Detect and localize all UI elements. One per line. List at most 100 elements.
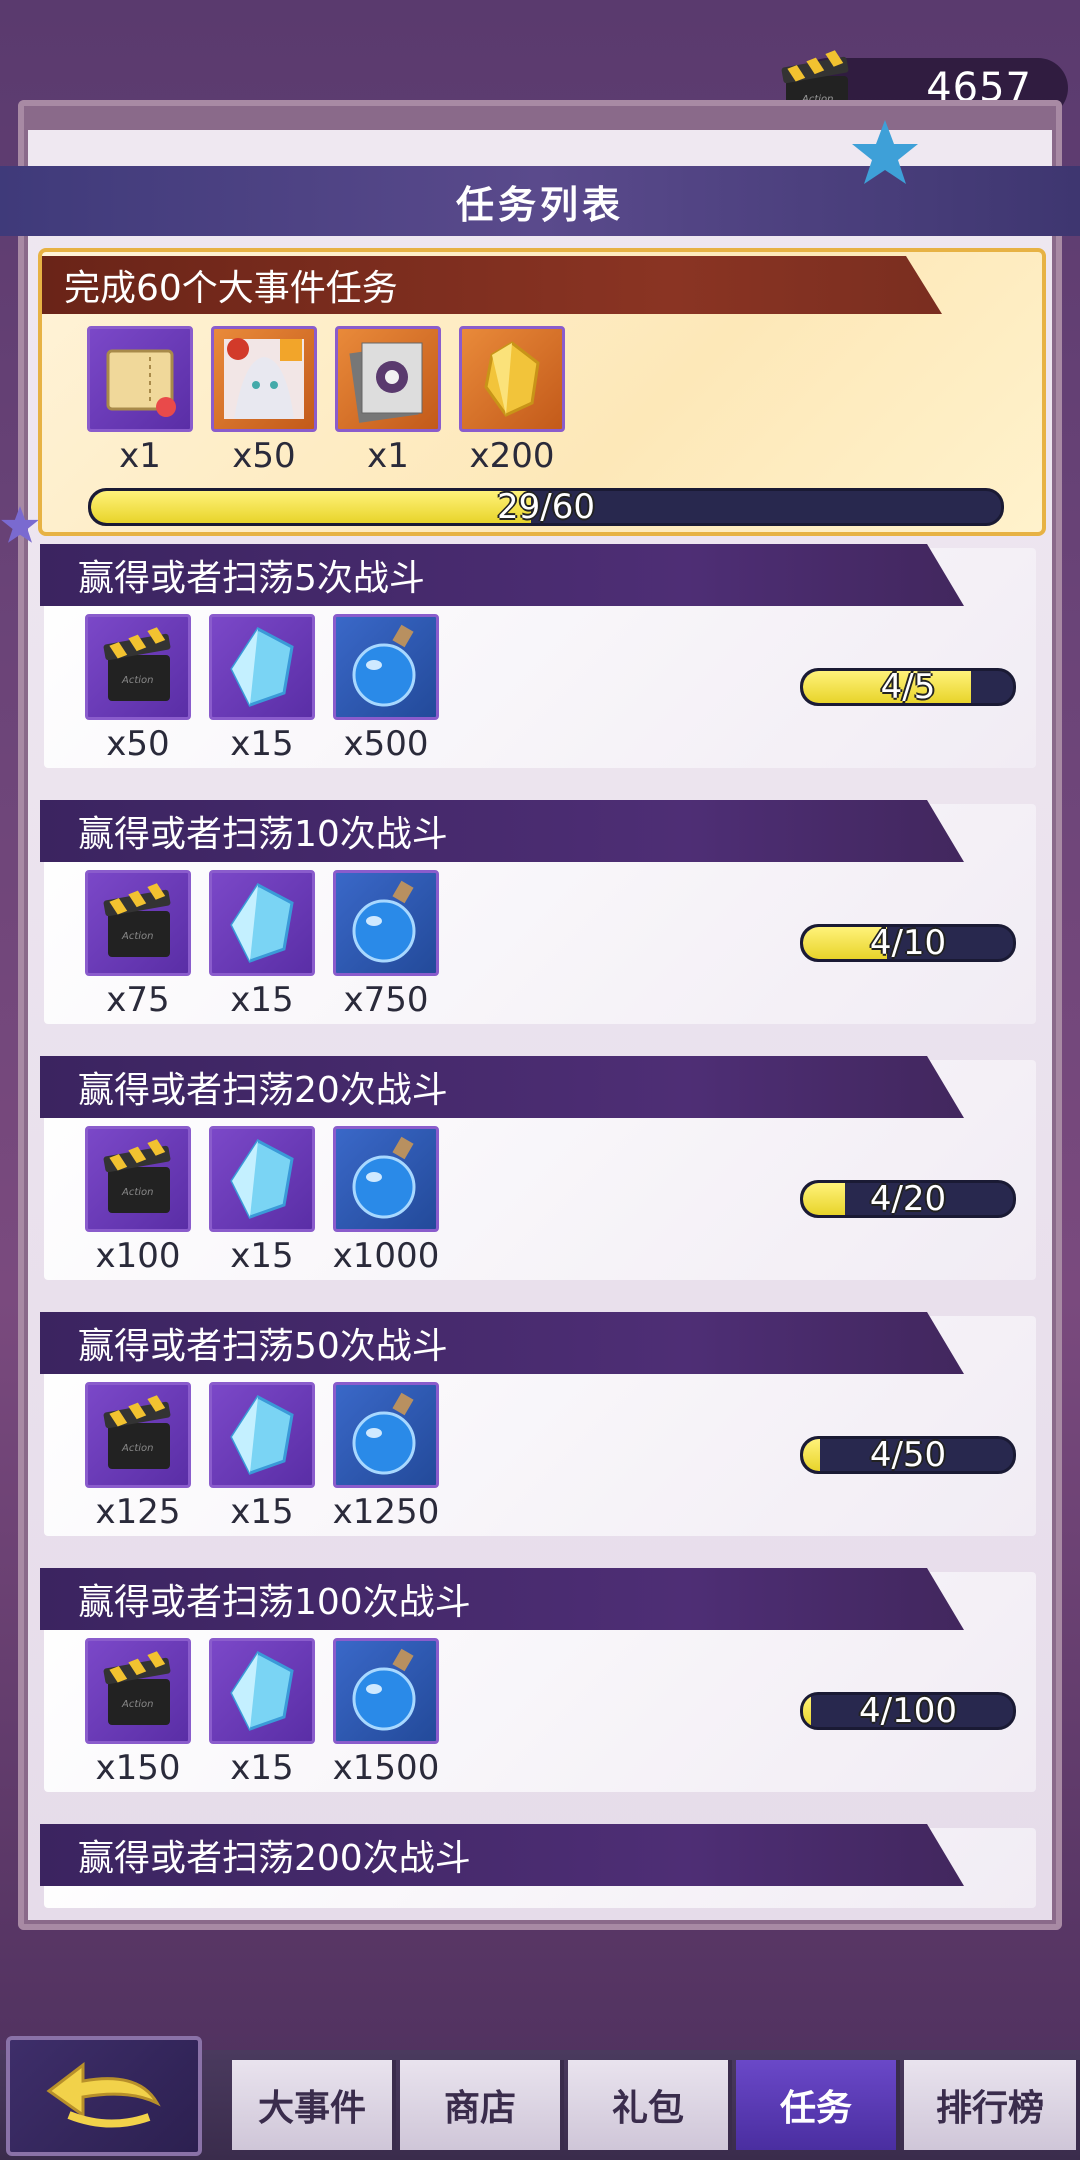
task-rewards: Action x75 x15 x750 — [84, 870, 440, 1020]
reward-qty: x50 — [232, 436, 296, 476]
blue-crystal-icon — [209, 614, 315, 720]
nav-tab-4[interactable]: 排行榜 — [904, 2060, 1080, 2150]
reward-item[interactable]: x500 — [332, 614, 440, 764]
reward-item[interactable]: x1000 — [332, 1126, 440, 1276]
task-progress-bar: 4/50 — [800, 1436, 1016, 1474]
progress-text: 4/50 — [869, 1436, 947, 1474]
blue-crystal-icon — [209, 1382, 315, 1488]
svg-text:Action: Action — [121, 1443, 154, 1454]
ticket-icon — [87, 326, 193, 432]
task-card: 赢得或者扫荡50次战斗 Action x125 x15 x1250 4/50 — [40, 1312, 1036, 1536]
task-title: 赢得或者扫荡20次战斗 — [78, 1070, 448, 1111]
card-pack-icon — [335, 326, 441, 432]
reward-qty: x1500 — [332, 1748, 440, 1788]
task-title-bar: 赢得或者扫荡5次战斗 — [40, 544, 964, 606]
reward-item[interactable]: x1 — [86, 326, 194, 476]
reward-item[interactable]: x200 — [458, 326, 566, 476]
reward-item[interactable]: x50 — [210, 326, 318, 476]
progress-text: 4/20 — [869, 1180, 947, 1218]
task-card: 赢得或者扫荡20次战斗 Action x100 x15 x1000 4/20 — [40, 1056, 1036, 1280]
reward-item[interactable]: Action x100 — [84, 1126, 192, 1276]
reward-item[interactable]: x750 — [332, 870, 440, 1020]
nav-tab-2[interactable]: 礼包 — [568, 2060, 732, 2150]
task-progress-bar: 4/5 — [800, 668, 1016, 706]
progress-text: 29/60 — [497, 488, 595, 526]
task-title-bar: 赢得或者扫荡10次战斗 — [40, 800, 964, 862]
task-progress-bar: 4/10 — [800, 924, 1016, 962]
reward-item[interactable]: x15 — [208, 1382, 316, 1532]
task-rewards: Action x150 x15 x1500 — [84, 1638, 440, 1788]
back-arrow-icon — [46, 2061, 161, 2128]
main-task-title-bar: 完成60个大事件任务 — [42, 256, 942, 314]
reward-qty: x15 — [230, 1492, 294, 1532]
blue-potion-icon — [333, 1638, 439, 1744]
reward-item[interactable]: x15 — [208, 1126, 316, 1276]
reward-qty: x15 — [230, 724, 294, 764]
reward-item[interactable]: x1500 — [332, 1638, 440, 1788]
task-title-bar: 赢得或者扫荡20次战斗 — [40, 1056, 964, 1118]
reward-qty: x75 — [106, 980, 170, 1020]
svg-text:Action: Action — [121, 1187, 154, 1198]
clapperboard-icon: Action — [85, 1382, 191, 1488]
reward-qty: x750 — [343, 980, 429, 1020]
progress-text: 4/5 — [880, 668, 936, 706]
main-task-title: 完成60个大事件任务 — [64, 268, 398, 309]
blue-crystal-icon — [209, 870, 315, 976]
task-rewards: Action x100 x15 x1000 — [84, 1126, 440, 1276]
reward-qty: x150 — [95, 1748, 181, 1788]
svg-text:Action: Action — [121, 931, 154, 942]
task-title: 赢得或者扫荡5次战斗 — [78, 558, 425, 599]
reward-qty: x1000 — [332, 1236, 440, 1276]
clapperboard-icon: Action — [85, 1638, 191, 1744]
reward-item[interactable]: x15 — [208, 1638, 316, 1788]
reward-qty: x15 — [230, 1236, 294, 1276]
reward-item[interactable]: Action x50 — [84, 614, 192, 764]
task-card: 赢得或者扫荡10次战斗 Action x75 x15 x750 4/10 — [40, 800, 1036, 1024]
task-rewards: Action x50 x15 x500 — [84, 614, 440, 764]
reward-item[interactable]: x1 — [334, 326, 442, 476]
blue-potion-icon — [333, 870, 439, 976]
nav-tab-label: 大事件 — [257, 2088, 366, 2129]
back-button[interactable] — [6, 2036, 202, 2156]
reward-item[interactable]: x15 — [208, 870, 316, 1020]
nav-tab-1[interactable]: 商店 — [400, 2060, 564, 2150]
reward-qty: x500 — [343, 724, 429, 764]
reward-qty: x50 — [106, 724, 170, 764]
main-task-rewards: x1 x50 x1 x200 — [86, 326, 566, 476]
gold-crystal-icon — [459, 326, 565, 432]
nav-tab-label: 商店 — [443, 2088, 516, 2129]
star-decoration-icon — [1, 506, 39, 543]
blue-potion-icon — [333, 1382, 439, 1488]
task-card: 赢得或者扫荡200次战斗 — [40, 1824, 1036, 1908]
nav-tab-label: 排行榜 — [935, 2088, 1044, 2129]
task-card: 赢得或者扫荡5次战斗 Action x50 x15 x500 4/5 — [40, 544, 1036, 768]
blue-potion-icon — [333, 1126, 439, 1232]
reward-item[interactable]: Action x150 — [84, 1638, 192, 1788]
task-title: 赢得或者扫荡100次战斗 — [78, 1582, 471, 1623]
progress-text: 4/10 — [869, 924, 947, 962]
reward-item[interactable]: x1250 — [332, 1382, 440, 1532]
task-title: 赢得或者扫荡200次战斗 — [78, 1838, 471, 1879]
task-title-bar: 赢得或者扫荡50次战斗 — [40, 1312, 964, 1374]
nav-tab-3[interactable]: 任务 — [736, 2060, 900, 2150]
clapperboard-icon: Action — [85, 870, 191, 976]
blue-crystal-icon — [209, 1126, 315, 1232]
reward-item[interactable]: x15 — [208, 614, 316, 764]
reward-item[interactable]: Action x125 — [84, 1382, 192, 1532]
task-title: 赢得或者扫荡50次战斗 — [78, 1326, 448, 1367]
svg-text:Action: Action — [121, 675, 154, 686]
blue-potion-icon — [333, 614, 439, 720]
nav-tab-0[interactable]: 大事件 — [232, 2060, 396, 2150]
reward-qty: x1 — [367, 436, 409, 476]
task-rewards: Action x125 x15 x1250 — [84, 1382, 440, 1532]
reward-item[interactable]: Action x75 — [84, 870, 192, 1020]
character-fragment-icon — [211, 326, 317, 432]
clapperboard-icon: Action — [85, 1126, 191, 1232]
reward-qty: x125 — [95, 1492, 181, 1532]
blue-crystal-icon — [209, 1638, 315, 1744]
nav-tab-label: 礼包 — [611, 2088, 684, 2129]
nav-tab-label: 任务 — [779, 2088, 852, 2129]
task-progress-bar: 4/100 — [800, 1692, 1016, 1730]
page-title: 任务列表 — [455, 182, 624, 227]
main-task-card: 完成60个大事件任务 x1 x50 x1 x200 29/60 — [38, 248, 1046, 536]
